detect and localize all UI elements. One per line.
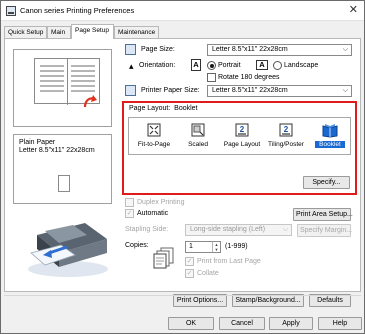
page-layout-list: Fit-to-Page Scaled 2 Page Layout 2 Tilin…	[128, 117, 351, 155]
copies-stack-icon	[153, 247, 174, 269]
tiling-poster-icon: 2	[279, 123, 293, 137]
fit-to-page-label: Fit-to-Page	[137, 141, 171, 148]
page-layout-option-label: Page Layout	[223, 141, 261, 148]
print-from-last-page-label: Print from Last Page	[197, 258, 261, 265]
stapling-side-value: Long-side stapling (Left)	[190, 226, 266, 233]
duplex-printing-checkbox[interactable]	[125, 198, 134, 207]
print-from-last-page-checkbox[interactable]: ✓	[185, 257, 194, 266]
cancel-button[interactable]: Cancel	[219, 317, 265, 330]
printer-paper-size-select[interactable]: Letter 8.5"x11" 22x28cm ⌵	[207, 85, 352, 97]
page-size-label: Page Size:	[141, 46, 175, 53]
dialog-separator	[4, 295, 361, 296]
printer-paper-size-value: Letter 8.5"x11" 22x28cm	[212, 87, 288, 94]
spin-down-icon[interactable]: ▼	[215, 247, 219, 252]
window-title: Canon series Printing Preferences	[20, 6, 135, 15]
copies-value: 1	[189, 243, 193, 250]
page-layout-icon: 2	[235, 123, 249, 137]
chevron-down-icon: ⌵	[342, 46, 348, 53]
landscape-radio[interactable]	[273, 61, 282, 70]
layout-option-page-layout[interactable]: 2 Page Layout	[221, 121, 263, 152]
page-flip-arrow-icon	[83, 95, 97, 108]
orientation-pin-icon: ▴	[129, 61, 134, 71]
spinner-arrows-icon[interactable]: ▲ ▼	[212, 242, 220, 252]
portrait-orientation-icon: A	[191, 59, 201, 71]
rotate-180-checkbox[interactable]	[207, 73, 216, 82]
booklet-icon	[322, 124, 338, 138]
page-layout-glyph: 2	[240, 125, 245, 134]
orientation-label: Orientation:	[139, 62, 176, 69]
stapling-side-select[interactable]: Long-side stapling (Left) ⌵	[185, 224, 292, 236]
apply-button[interactable]: Apply	[269, 317, 313, 330]
layout-option-fit-to-page[interactable]: Fit-to-Page	[133, 121, 175, 152]
copies-spinner[interactable]: 1 ▲ ▼	[185, 241, 221, 253]
tab-main[interactable]: Main	[47, 26, 71, 38]
layout-option-scaled[interactable]: Scaled	[177, 121, 219, 152]
page-size-select[interactable]: Letter 8.5"x11" 22x28cm ⌵	[207, 44, 352, 56]
duplex-printing-label: Duplex Printing	[137, 199, 185, 206]
printer-illustration-icon	[28, 223, 108, 277]
page-size-icon	[125, 44, 136, 55]
scaled-label: Scaled	[188, 141, 208, 148]
stapling-side-label: Stapling Side:	[125, 226, 169, 233]
automatic-checkbox[interactable]: ✓	[125, 209, 134, 218]
printing-preferences-window: Canon series Printing Preferences ✕ Quic…	[0, 0, 365, 334]
scaled-icon	[191, 123, 205, 137]
copies-label: Copies:	[125, 242, 149, 249]
chevron-down-icon: ⌵	[342, 87, 348, 94]
portrait-radio[interactable]	[207, 61, 216, 70]
portrait-label: Portrait	[218, 62, 241, 69]
layout-option-tiling-poster[interactable]: 2 Tiling/Poster	[265, 121, 307, 152]
printer-paper-size-icon	[125, 85, 136, 96]
rotate-180-label: Rotate 180 degrees	[218, 74, 280, 81]
tiling-poster-glyph: 2	[284, 125, 289, 134]
title-bar: Canon series Printing Preferences ✕	[1, 1, 364, 21]
help-button[interactable]: Help	[318, 317, 362, 330]
media-info: Plain Paper Letter 8.5"x11" 22x28cm	[13, 134, 112, 204]
tab-page-setup[interactable]: Page Setup	[71, 24, 114, 39]
printer-app-icon	[6, 6, 16, 16]
close-button[interactable]: ✕	[349, 4, 358, 16]
booklet-label: Booklet	[315, 141, 345, 148]
page-layout-current: Booklet	[174, 105, 198, 112]
page-size-value: Letter 8.5"x11" 22x28cm	[212, 46, 288, 53]
landscape-orientation-icon: A	[256, 60, 268, 70]
printer-paper-size-label: Printer Paper Size:	[141, 87, 200, 94]
copies-range: (1-999)	[225, 243, 248, 250]
collate-label: Collate	[197, 270, 219, 277]
media-size-text: Letter 8.5"x11" 22x28cm	[19, 147, 95, 154]
landscape-label: Landscape	[284, 62, 319, 69]
tab-quick-setup[interactable]: Quick Setup	[4, 26, 47, 38]
page-layout-label: Page Layout: Booklet	[129, 105, 198, 112]
layout-option-booklet[interactable]: Booklet	[309, 121, 351, 152]
tab-maintenance[interactable]: Maintenance	[114, 26, 159, 38]
fit-to-page-icon	[147, 123, 161, 137]
chevron-down-icon: ⌵	[282, 226, 288, 233]
media-type-text: Plain Paper	[19, 139, 56, 146]
automatic-label: Automatic	[137, 210, 169, 217]
specify-margin-button[interactable]: Specify Margin...	[297, 224, 352, 237]
page-layout-group: Page Layout: Booklet Fit-to-Page Scaled	[122, 101, 357, 195]
page-layout-caption: Page Layout:	[129, 105, 171, 112]
specify-button[interactable]: Specify...	[303, 176, 350, 189]
ok-button[interactable]: OK	[168, 317, 214, 330]
print-area-setup-button[interactable]: Print Area Setup...	[293, 208, 353, 221]
paper-sheet-icon	[58, 175, 70, 192]
tiling-poster-label: Tiling/Poster	[268, 141, 304, 148]
layout-preview	[13, 49, 112, 127]
collate-checkbox[interactable]: ✓	[185, 269, 194, 278]
